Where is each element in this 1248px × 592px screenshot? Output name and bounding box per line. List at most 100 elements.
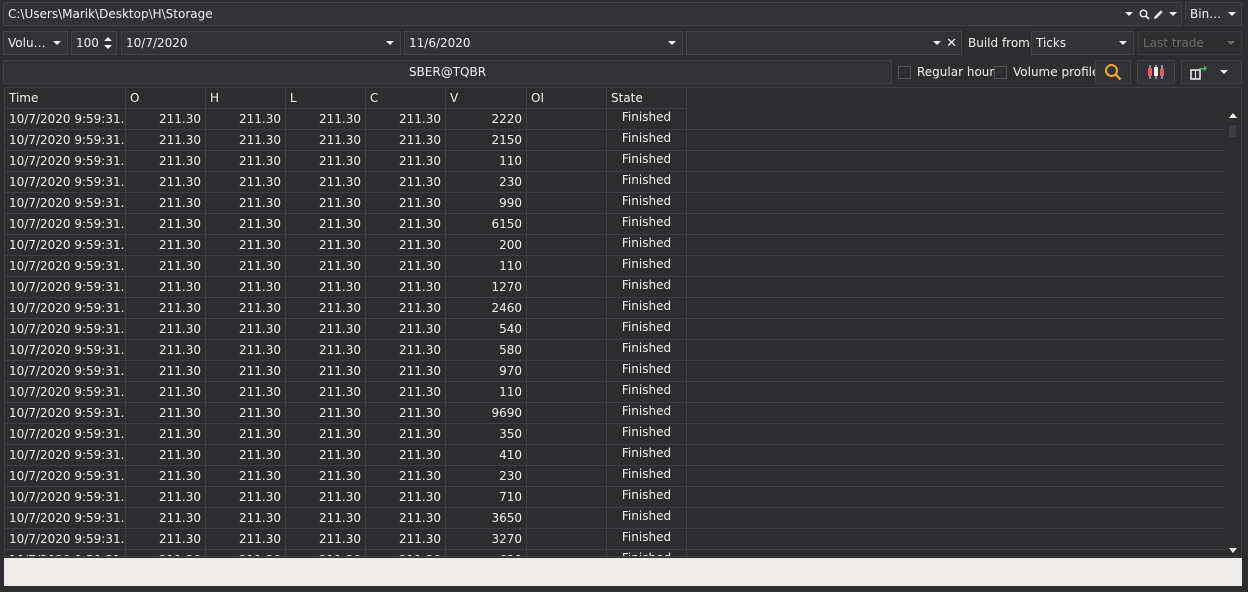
cell-state: Finished [607, 529, 687, 549]
table-row[interactable]: 10/7/2020 9:59:31...211.30211.30211.3021… [5, 256, 1225, 277]
table-row[interactable]: 10/7/2020 9:59:31...211.30211.30211.3021… [5, 151, 1225, 172]
cell-time: 10/7/2020 9:59:31... [5, 193, 126, 213]
cell-high: 211.30 [206, 529, 286, 549]
cell-low: 211.30 [286, 298, 366, 318]
chevron-down-icon[interactable] [1220, 70, 1228, 74]
cell-volume: 9690 [446, 403, 527, 423]
table-row[interactable]: 10/7/2020 9:59:31...211.30211.30211.3021… [5, 109, 1225, 130]
cell-low: 211.30 [286, 424, 366, 444]
volume-profile-checkbox[interactable]: Volume profile [994, 60, 1099, 84]
extra-select[interactable]: ✕ [686, 31, 962, 55]
storage-path-combo[interactable]: C:\Users\Marik\Desktop\H\Storage [3, 2, 1182, 26]
cell-time: 10/7/2020 9:59:31... [5, 235, 126, 255]
chevron-down-icon[interactable] [933, 41, 942, 45]
scroll-down-icon[interactable] [1229, 548, 1237, 553]
format-select[interactable]: Binary [1185, 2, 1242, 26]
table-row[interactable]: 10/7/2020 9:59:31...211.30211.30211.3021… [5, 361, 1225, 382]
scroll-thumb[interactable] [1229, 125, 1236, 137]
cell-oi [527, 487, 607, 507]
export-button[interactable] [1181, 60, 1242, 84]
regular-hours-checkbox[interactable]: Regular hours [898, 60, 1001, 84]
scroll-up-icon[interactable] [1229, 113, 1237, 118]
column-header-state[interactable]: State [607, 88, 687, 109]
from-date-picker[interactable]: 10/7/2020 [121, 31, 401, 55]
vertical-scrollbar[interactable] [1225, 109, 1241, 556]
column-header-open[interactable]: O [126, 88, 206, 109]
table-row[interactable]: 10/7/2020 9:59:31...211.30211.30211.3021… [5, 403, 1225, 424]
table-row[interactable]: 10/7/2020 9:59:31...211.30211.30211.3021… [5, 193, 1225, 214]
table-row[interactable]: 10/7/2020 9:59:31...211.30211.30211.3021… [5, 424, 1225, 445]
table-row[interactable]: 10/7/2020 9:59:31...211.30211.30211.3021… [5, 529, 1225, 550]
column-header-volume[interactable]: V [446, 88, 527, 109]
build-from-select[interactable]: Ticks [1031, 31, 1134, 55]
cell-time: 10/7/2020 9:59:31... [5, 214, 126, 234]
volume-profile-check-box[interactable] [994, 65, 1007, 79]
cell-open: 211.30 [126, 214, 206, 234]
table-row[interactable]: 10/7/2020 9:59:31...211.30211.30211.3021… [5, 508, 1225, 529]
cell-oi [527, 277, 607, 297]
chart-button[interactable] [1137, 60, 1175, 84]
cell-volume: 710 [446, 487, 527, 507]
chevron-down-icon [1119, 41, 1127, 45]
security-field[interactable]: SBER@TQBR [3, 60, 892, 84]
cell-oi [527, 340, 607, 360]
build-field-value: Last trade [1143, 36, 1204, 50]
table-row[interactable]: 10/7/2020 9:59:31...211.30211.30211.3021… [5, 235, 1225, 256]
cell-close: 211.30 [366, 277, 446, 297]
column-header-close[interactable]: C [366, 88, 446, 109]
table-row[interactable]: 10/7/2020 9:59:31...211.30211.30211.3021… [5, 130, 1225, 151]
table-row[interactable]: 10/7/2020 9:59:31...211.30211.30211.3021… [5, 172, 1225, 193]
candles-grid[interactable]: Time O H L C V OI State 10/7/2020 9:59:3… [4, 87, 1242, 557]
cell-state: Finished [607, 403, 687, 423]
stepper-arrows-icon[interactable] [104, 36, 112, 50]
builder-mode-value: Volume [8, 36, 47, 50]
column-header-low[interactable]: L [286, 88, 366, 109]
cell-state: Finished [607, 109, 687, 129]
column-header-oi[interactable]: OI [527, 88, 607, 109]
volume-profile-label: Volume profile [1013, 65, 1100, 79]
to-date-picker[interactable]: 11/6/2020 [404, 31, 683, 55]
cell-volume: 200 [446, 235, 527, 255]
chevron-down-icon[interactable] [1169, 12, 1177, 16]
cell-volume: 410 [446, 445, 527, 465]
edit-icon[interactable] [1151, 9, 1165, 20]
search-icon[interactable] [1137, 9, 1151, 20]
cell-high: 211.30 [206, 550, 286, 556]
find-button[interactable] [1095, 60, 1131, 84]
cell-time: 10/7/2020 9:59:31... [5, 298, 126, 318]
table-row[interactable]: 10/7/2020 9:59:31...211.30211.30211.3021… [5, 214, 1225, 235]
cell-low: 211.30 [286, 214, 366, 234]
regular-hours-check-box[interactable] [898, 65, 911, 79]
table-row[interactable]: 10/7/2020 9:59:31...211.30211.30211.3021… [5, 466, 1225, 487]
chevron-down-icon[interactable] [1125, 12, 1133, 16]
cell-volume: 620 [446, 550, 527, 556]
cell-open: 211.30 [126, 529, 206, 549]
column-header-time[interactable]: Time [5, 88, 126, 109]
cell-open: 211.30 [126, 340, 206, 360]
chevron-down-icon[interactable] [668, 41, 676, 45]
cell-open: 211.30 [126, 466, 206, 486]
size-stepper[interactable]: 100 [71, 31, 117, 55]
cell-low: 211.30 [286, 340, 366, 360]
table-row[interactable]: 10/7/2020 9:59:31...211.30211.30211.3021… [5, 550, 1225, 556]
build-field-select: Last trade [1138, 31, 1242, 55]
cell-state: Finished [607, 424, 687, 444]
cell-low: 211.30 [286, 445, 366, 465]
table-row[interactable]: 10/7/2020 9:59:31...211.30211.30211.3021… [5, 487, 1225, 508]
table-row[interactable]: 10/7/2020 9:59:31...211.30211.30211.3021… [5, 298, 1225, 319]
cell-time: 10/7/2020 9:59:31... [5, 466, 126, 486]
builder-mode-select[interactable]: Volume [3, 31, 68, 55]
column-header-high[interactable]: H [206, 88, 286, 109]
clear-icon[interactable]: ✕ [946, 36, 957, 51]
chevron-down-icon[interactable] [386, 41, 394, 45]
cell-low: 211.30 [286, 319, 366, 339]
cell-open: 211.30 [126, 193, 206, 213]
cell-high: 211.30 [206, 361, 286, 381]
table-row[interactable]: 10/7/2020 9:59:31...211.30211.30211.3021… [5, 382, 1225, 403]
table-row[interactable]: 10/7/2020 9:59:31...211.30211.30211.3021… [5, 445, 1225, 466]
table-row[interactable]: 10/7/2020 9:59:31...211.30211.30211.3021… [5, 277, 1225, 298]
status-bar [4, 558, 1242, 586]
cell-oi [527, 319, 607, 339]
table-row[interactable]: 10/7/2020 9:59:31...211.30211.30211.3021… [5, 319, 1225, 340]
table-row[interactable]: 10/7/2020 9:59:31...211.30211.30211.3021… [5, 340, 1225, 361]
